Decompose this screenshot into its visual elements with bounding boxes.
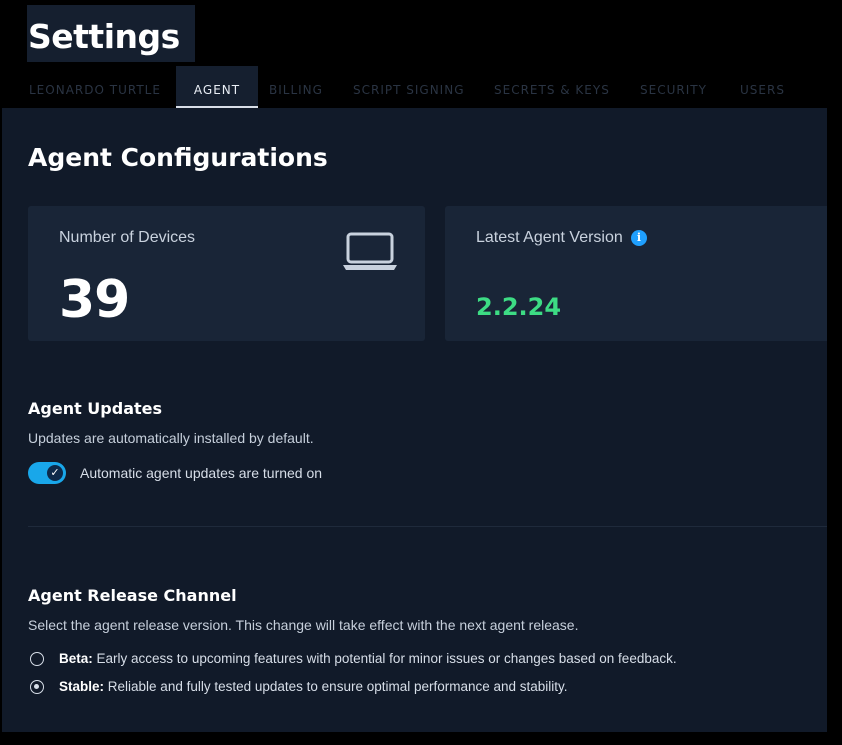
tab-billing[interactable]: BILLING bbox=[269, 66, 323, 106]
settings-tabs: LEONARDO TURTLE AGENT BILLING SCRIPT SIG… bbox=[0, 66, 827, 108]
beta-option-name: Beta: bbox=[59, 651, 93, 666]
beta-option-description: Early access to upcoming features with p… bbox=[96, 651, 677, 666]
version-card: Latest Agent Version i 2.2.24 bbox=[445, 206, 827, 341]
section-heading: Agent Configurations bbox=[28, 143, 328, 172]
release-channel-title: Agent Release Channel bbox=[28, 586, 237, 605]
section-divider bbox=[28, 526, 827, 527]
auto-update-toggle[interactable]: ✓ bbox=[28, 462, 66, 484]
laptop-icon bbox=[341, 231, 399, 276]
tab-script-signing[interactable]: SCRIPT SIGNING bbox=[353, 66, 465, 106]
agent-updates-title: Agent Updates bbox=[28, 399, 163, 418]
agent-version-value: 2.2.24 bbox=[476, 293, 562, 321]
beta-radio[interactable] bbox=[30, 652, 44, 666]
auto-update-label: Automatic agent updates are turned on bbox=[80, 465, 323, 481]
check-icon: ✓ bbox=[47, 465, 63, 481]
info-icon[interactable]: i bbox=[631, 230, 647, 246]
agent-panel bbox=[2, 108, 827, 732]
devices-count: 39 bbox=[59, 270, 130, 330]
tab-secrets-keys[interactable]: SECRETS & KEYS bbox=[494, 66, 610, 106]
stable-option-name: Stable: bbox=[59, 679, 105, 694]
agent-updates-description: Updates are automatically installed by d… bbox=[28, 430, 314, 446]
release-channel-description: Select the agent release version. This c… bbox=[28, 617, 579, 633]
tab-agent[interactable]: AGENT bbox=[176, 66, 258, 108]
stable-option-description: Reliable and fully tested updates to ens… bbox=[107, 679, 568, 694]
stable-option-text: Stable: Reliable and fully tested update… bbox=[59, 679, 568, 694]
tab-security[interactable]: SECURITY bbox=[640, 66, 707, 106]
page-title: Settings bbox=[28, 17, 180, 56]
beta-option-text: Beta: Early access to upcoming features … bbox=[59, 651, 677, 666]
devices-card: Number of Devices 39 bbox=[28, 206, 425, 341]
devices-label: Number of Devices bbox=[59, 229, 196, 246]
stable-radio[interactable] bbox=[30, 680, 44, 694]
version-label: Latest Agent Version bbox=[476, 229, 623, 246]
tab-leonardo-turtle[interactable]: LEONARDO TURTLE bbox=[29, 66, 161, 106]
tab-users[interactable]: USERS bbox=[740, 66, 785, 106]
